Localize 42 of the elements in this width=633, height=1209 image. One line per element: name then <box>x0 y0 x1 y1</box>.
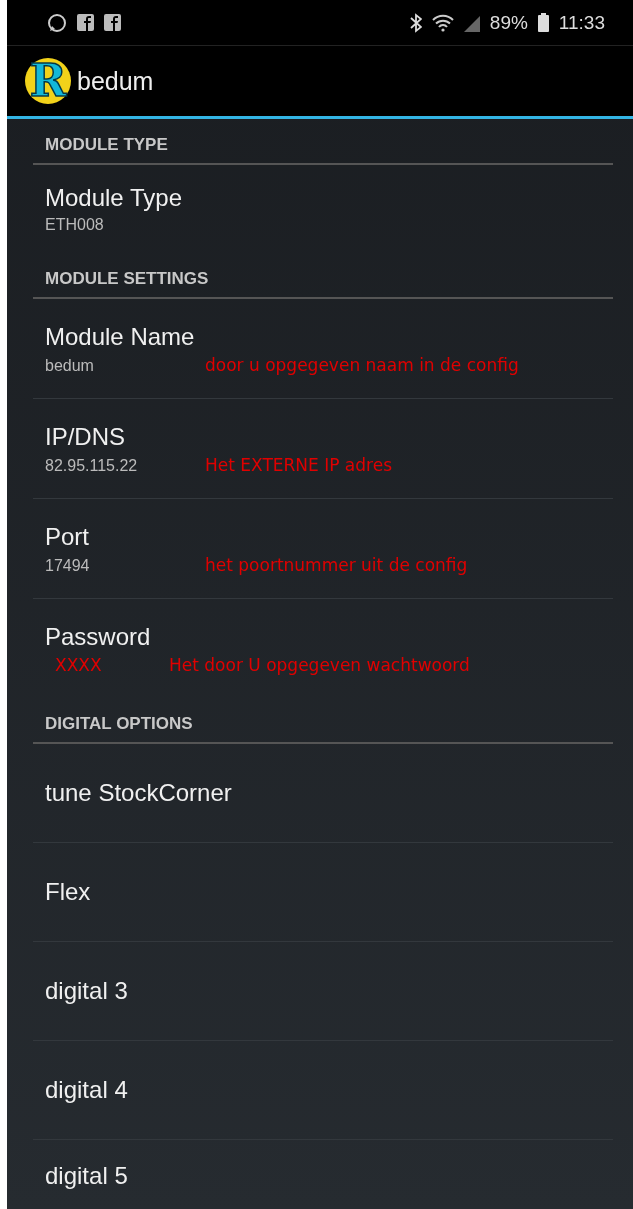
section-header: MODULE TYPE <box>33 119 613 165</box>
facebook-icon <box>104 14 121 31</box>
preference-title: IP/DNS <box>45 422 126 451</box>
preference-title: digital 4 <box>45 1076 129 1104</box>
preference-item[interactable]: digital 4 <box>33 1041 613 1140</box>
annotation-text: door u opgegeven naam in de config <box>205 354 519 375</box>
annotation-text: Het EXTERNE IP adres <box>205 454 392 475</box>
annotation-text: XXXX <box>55 654 103 675</box>
preference-title: digital 3 <box>45 977 129 1005</box>
preference-title: Module Type <box>45 184 183 212</box>
preference-title: digital 5 <box>45 1162 129 1190</box>
preference-item[interactable]: digital 5 <box>33 1140 613 1190</box>
preference-title: Password <box>45 622 152 651</box>
section-header: DIGITAL OPTIONS <box>33 698 613 744</box>
preference-summary: 17494 <box>45 556 91 575</box>
annotation-text: het poortnummer uit de config <box>205 554 468 575</box>
preference-item[interactable]: Port 17494 het poortnummer uit de config <box>33 499 613 599</box>
preference-title: Flex <box>45 878 92 906</box>
preference-title: tune StockCorner <box>45 779 233 807</box>
chat-icon <box>47 12 67 33</box>
preference-item[interactable]: Module Name bedum door u opgegeven naam in de config <box>33 299 613 399</box>
preference-title: Module Name <box>45 322 196 351</box>
preference-summary: bedum <box>45 356 95 375</box>
clock: 11:33 <box>558 11 605 34</box>
preference-item[interactable]: Password XXXX Het door U opgegeven wachtwoord <box>33 599 613 698</box>
facebook-icon <box>77 14 94 31</box>
preference-item[interactable]: Module Type ETH008 <box>33 165 613 253</box>
preference-item[interactable]: tune StockCorner <box>33 744 613 843</box>
preference-item[interactable]: digital 3 <box>33 942 613 1041</box>
preference-summary: 82.95.115.22 <box>45 456 139 475</box>
section-header: MODULE SETTINGS <box>33 253 613 299</box>
app-title: bedum <box>77 66 154 96</box>
annotation-text: Het door U opgegeven wachtwoord <box>169 654 470 675</box>
preference-item[interactable]: IP/DNS 82.95.115.22 Het EXTERNE IP adres <box>33 399 613 499</box>
preference-item[interactable]: Flex <box>33 843 613 942</box>
battery-icon <box>537 13 549 32</box>
wifi-icon <box>431 13 454 32</box>
bluetooth-icon <box>409 12 422 33</box>
preference-summary: ETH008 <box>45 216 105 234</box>
preference-title: Port <box>45 522 90 551</box>
battery-percentage: 89% <box>489 11 528 34</box>
app-logo: R <box>25 58 71 104</box>
